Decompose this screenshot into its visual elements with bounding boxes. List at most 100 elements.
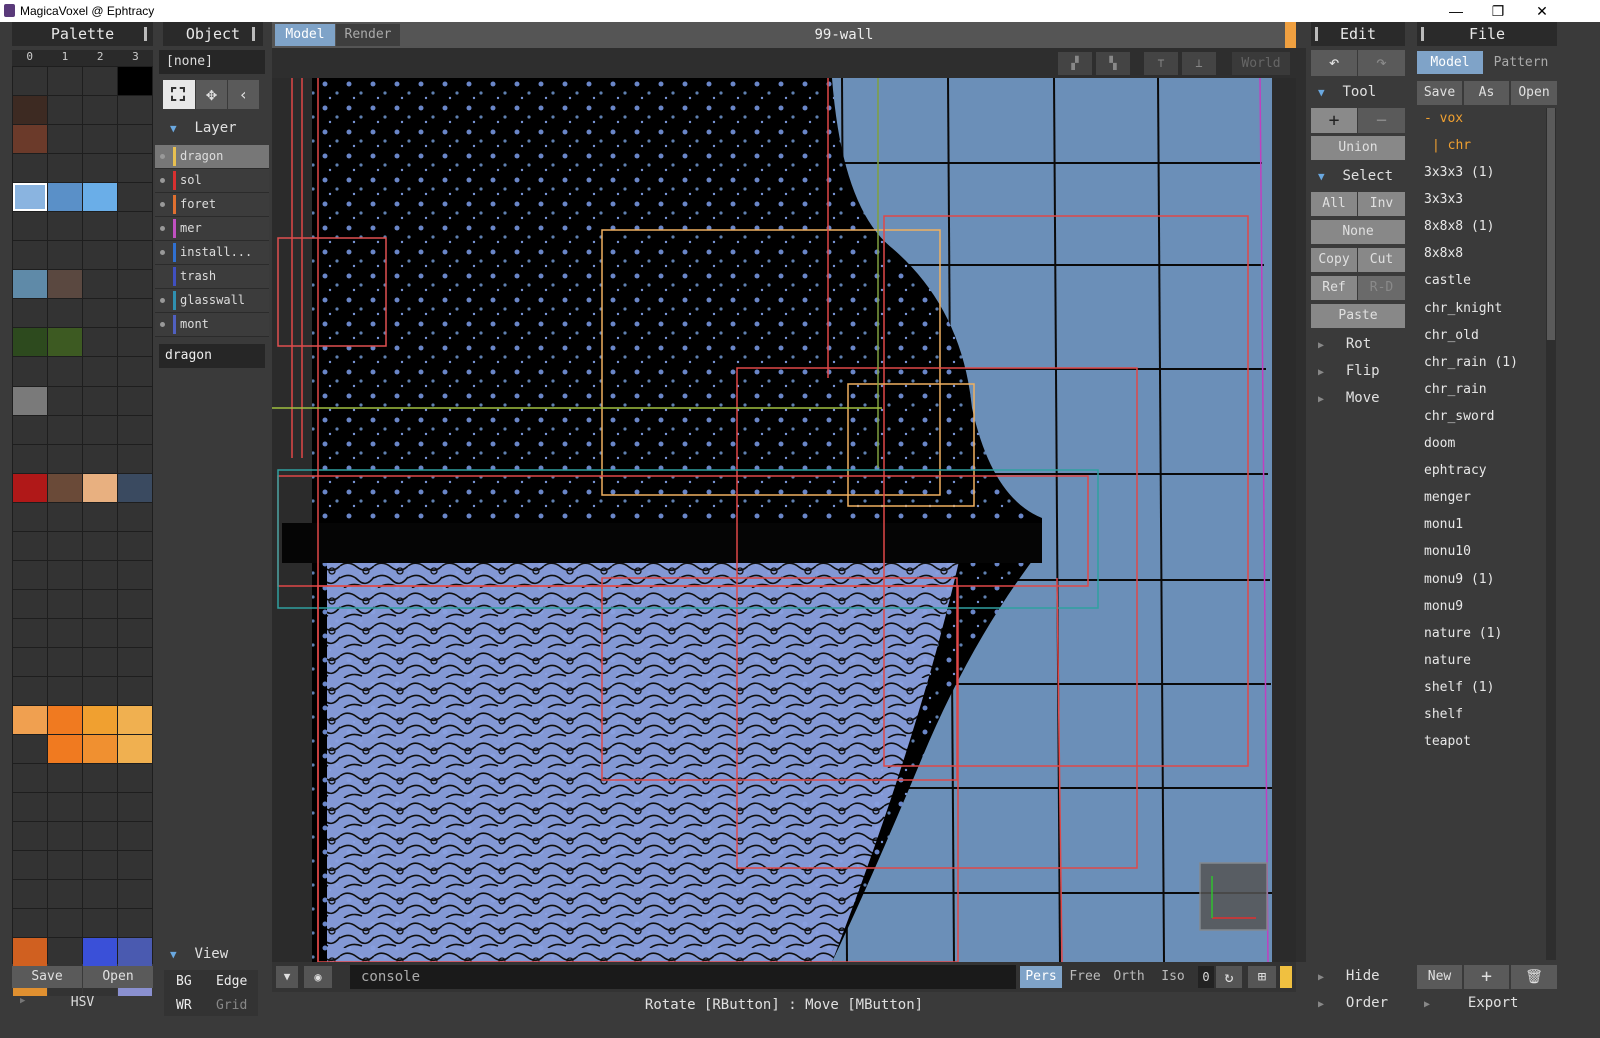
- undo-icon[interactable]: ↶: [1311, 50, 1357, 76]
- console-input[interactable]: console: [350, 965, 1016, 989]
- layer-row[interactable]: install...: [155, 241, 269, 265]
- palette-swatch[interactable]: [118, 880, 152, 909]
- palette-swatch[interactable]: [118, 647, 152, 676]
- move-object-icon[interactable]: ✥: [196, 80, 227, 109]
- close-button[interactable]: ✕: [1522, 0, 1562, 22]
- file-list-item[interactable]: monu10: [1424, 544, 1471, 559]
- minimize-button[interactable]: —: [1436, 0, 1476, 22]
- palette-swatch[interactable]: [83, 154, 117, 183]
- hide-section[interactable]: ▶ Hide: [1318, 968, 1380, 984]
- file-list-item[interactable]: chr_rain (1): [1424, 355, 1518, 370]
- palette-swatch[interactable]: [13, 618, 47, 647]
- subtract-icon[interactable]: −: [1358, 108, 1405, 133]
- rd-button[interactable]: R-D: [1358, 276, 1405, 300]
- tab-model[interactable]: Model: [275, 24, 335, 46]
- palette-swatch[interactable]: [83, 589, 117, 618]
- palette-swatch[interactable]: [13, 444, 47, 473]
- select-none-button[interactable]: None: [1311, 220, 1405, 244]
- palette-swatch[interactable]: [48, 386, 82, 415]
- palette-swatch[interactable]: [83, 96, 117, 125]
- file-list-item[interactable]: chr_rain: [1424, 382, 1487, 397]
- palette-swatch[interactable]: [83, 764, 117, 793]
- palette-swatch[interactable]: [118, 299, 152, 328]
- visibility-dot-icon[interactable]: [160, 322, 165, 327]
- palette-swatch[interactable]: [83, 270, 117, 299]
- folder-chr[interactable]: | chr: [1432, 138, 1471, 153]
- file-save-as-button[interactable]: As: [1464, 81, 1509, 105]
- palette-swatch[interactable]: [83, 299, 117, 328]
- file-list-item[interactable]: menger: [1424, 490, 1471, 505]
- visibility-dot-icon[interactable]: [160, 250, 165, 255]
- palette-swatch[interactable]: [83, 647, 117, 676]
- visibility-dot-icon[interactable]: [160, 154, 165, 159]
- frame-icon[interactable]: ⊞: [1248, 966, 1276, 988]
- palette-swatch[interactable]: [48, 589, 82, 618]
- palette-swatch[interactable]: [118, 735, 152, 764]
- copy-button[interactable]: Copy: [1311, 248, 1357, 272]
- palette-swatch[interactable]: [48, 270, 82, 299]
- palette-col-2[interactable]: 2: [83, 50, 118, 66]
- file-list-item[interactable]: 8x8x8: [1424, 246, 1463, 261]
- file-list-item[interactable]: shelf: [1424, 707, 1463, 722]
- select-inv-button[interactable]: Inv: [1358, 192, 1405, 216]
- palette-swatch[interactable]: [48, 444, 82, 473]
- palette-swatch[interactable]: [48, 647, 82, 676]
- palette-swatch[interactable]: [83, 473, 117, 502]
- console-toggle-icon[interactable]: ▼: [276, 966, 298, 988]
- 3d-viewport[interactable]: [272, 78, 1296, 962]
- palette-swatch[interactable]: [83, 125, 117, 154]
- select-section-header[interactable]: ▼ Select: [1318, 168, 1393, 184]
- file-list-item[interactable]: teapot: [1424, 734, 1471, 749]
- palette-swatch[interactable]: [48, 241, 82, 270]
- palette-open-button[interactable]: Open: [83, 966, 153, 988]
- view-back-icon[interactable]: ▞: [1058, 52, 1092, 75]
- palette-swatch[interactable]: [13, 67, 47, 96]
- palette-swatch[interactable]: [118, 357, 152, 386]
- palette-swatch[interactable]: [118, 851, 152, 880]
- palette-swatch[interactable]: [118, 154, 152, 183]
- palette-grid[interactable]: [12, 66, 153, 996]
- palette-swatch[interactable]: [13, 502, 47, 531]
- palette-swatch[interactable]: [13, 851, 47, 880]
- export-section[interactable]: ▶ Export: [1424, 995, 1518, 1011]
- palette-swatch[interactable]: [13, 415, 47, 444]
- view-top-icon[interactable]: ⊤: [1144, 52, 1178, 75]
- palette-swatch[interactable]: [48, 618, 82, 647]
- rot-section[interactable]: ▶ Rot: [1318, 336, 1371, 352]
- palette-swatch[interactable]: [118, 415, 152, 444]
- palette-swatch[interactable]: [13, 589, 47, 618]
- palette-swatch[interactable]: [13, 880, 47, 909]
- file-list-scrollbar[interactable]: [1546, 108, 1556, 960]
- palette-swatch[interactable]: [48, 154, 82, 183]
- visibility-dot-icon[interactable]: [160, 202, 165, 207]
- palette-swatch[interactable]: [13, 706, 47, 735]
- scrollbar-thumb[interactable]: [1547, 108, 1555, 340]
- palette-swatch[interactable]: [83, 67, 117, 96]
- palette-swatch[interactable]: [83, 822, 117, 851]
- palette-swatch[interactable]: [48, 67, 82, 96]
- file-list-item[interactable]: ephtracy: [1424, 463, 1487, 478]
- file-list-item[interactable]: 3x3x3: [1424, 192, 1463, 207]
- tab-render[interactable]: Render: [336, 24, 400, 46]
- palette-swatch[interactable]: [48, 125, 82, 154]
- palette-swatch[interactable]: [13, 764, 47, 793]
- palette-col-0[interactable]: 0: [12, 50, 47, 66]
- file-collapse-handle[interactable]: [1421, 27, 1424, 41]
- object-selection-field[interactable]: [none]: [159, 50, 265, 74]
- palette-swatch[interactable]: [13, 735, 47, 764]
- object-collapse-handle[interactable]: [252, 27, 255, 41]
- palette-swatch[interactable]: [118, 270, 152, 299]
- palette-swatch[interactable]: [118, 822, 152, 851]
- palette-swatch[interactable]: [118, 531, 152, 560]
- palette-swatch[interactable]: [83, 357, 117, 386]
- palette-swatch-selected[interactable]: [13, 183, 47, 212]
- file-list-item[interactable]: chr_sword: [1424, 409, 1494, 424]
- palette-swatch[interactable]: [48, 328, 82, 357]
- palette-swatch[interactable]: [13, 154, 47, 183]
- palette-swatch[interactable]: [48, 676, 82, 706]
- bg-toggle[interactable]: BG: [176, 974, 192, 989]
- layer-row[interactable]: mer: [155, 217, 269, 241]
- camera-icon[interactable]: ◉: [304, 966, 332, 988]
- folder-vox[interactable]: - vox: [1424, 111, 1463, 126]
- palette-swatch[interactable]: [48, 415, 82, 444]
